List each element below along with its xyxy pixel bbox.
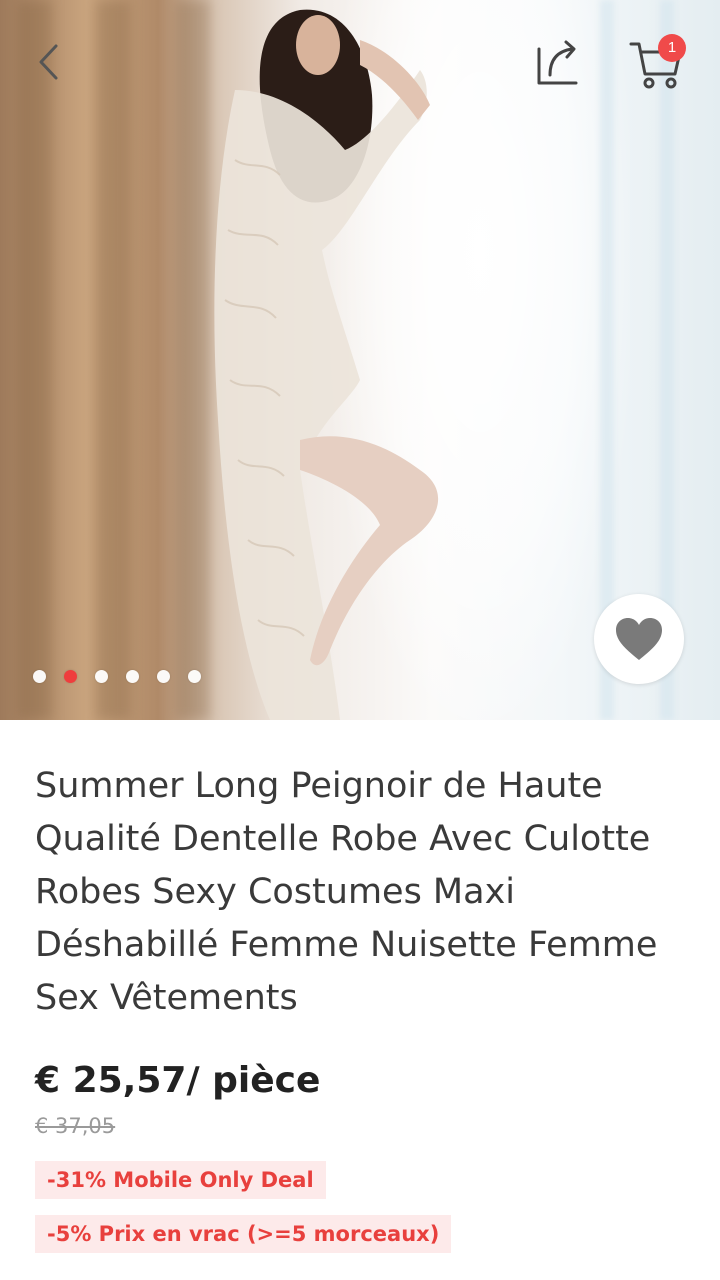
gallery-dot[interactable] — [157, 670, 170, 683]
product-image-gallery[interactable]: 1 — [0, 0, 720, 720]
cart-count-badge: 1 — [658, 34, 686, 62]
product-price: € 25,57/ pièce — [35, 1060, 321, 1101]
gallery-pagination — [33, 670, 201, 683]
share-icon — [537, 40, 578, 85]
original-price: € 37,05 — [35, 1114, 116, 1138]
deal-badge-bulk: -5% Prix en vrac (>=5 morceaux) — [35, 1215, 452, 1253]
chevron-left-icon — [39, 44, 58, 80]
gallery-dot[interactable] — [126, 670, 139, 683]
deal-badge-mobile: -31% Mobile Only Deal — [35, 1161, 326, 1199]
share-button[interactable] — [528, 34, 586, 90]
heart-icon — [616, 618, 662, 660]
product-title: Summer Long Peignoir de Haute Qualité De… — [35, 766, 658, 1018]
cart-button[interactable]: 1 — [620, 30, 690, 94]
gallery-dot[interactable] — [188, 670, 201, 683]
product-info: Summer Long Peignoir de Haute Qualité De… — [0, 720, 720, 1280]
gallery-dot-active[interactable] — [64, 670, 77, 683]
back-button[interactable] — [26, 40, 70, 84]
gallery-dot[interactable] — [33, 670, 46, 683]
gallery-dot[interactable] — [95, 670, 108, 683]
favorite-button[interactable] — [594, 594, 684, 684]
